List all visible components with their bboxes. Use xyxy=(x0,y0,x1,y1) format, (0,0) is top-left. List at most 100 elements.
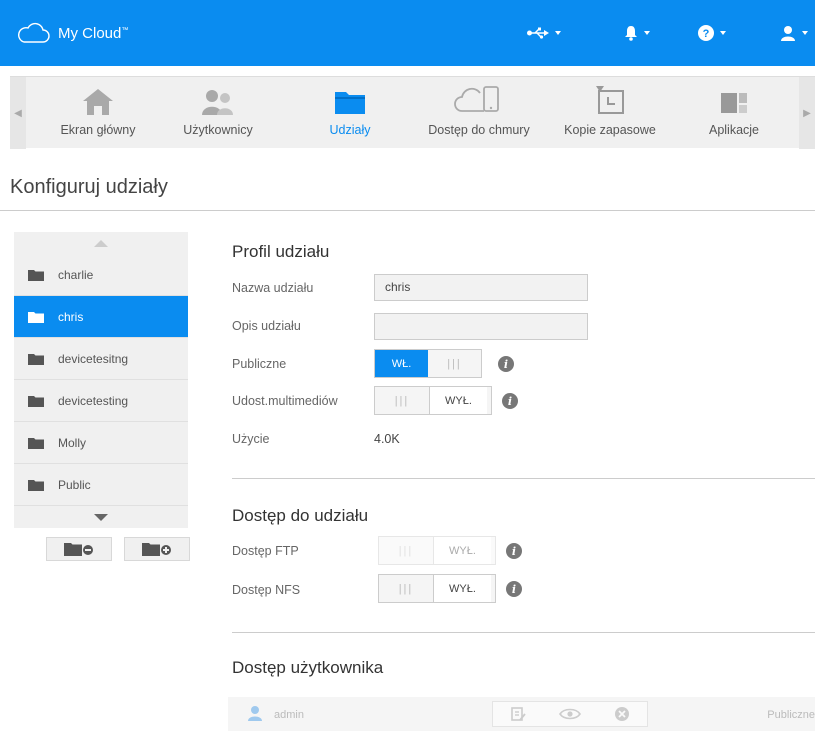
page-title: Konfiguruj udziały xyxy=(10,176,168,198)
eye-icon[interactable] xyxy=(559,707,581,721)
divider xyxy=(232,632,815,633)
deny-icon[interactable] xyxy=(614,706,630,722)
toggle-grip: ||| xyxy=(398,544,414,557)
nfs-access-toggle[interactable]: ||| WYŁ. xyxy=(378,574,496,603)
share-name: Public xyxy=(58,477,91,492)
folder-add-icon xyxy=(142,543,171,556)
public-toggle[interactable]: WŁ. ||| xyxy=(374,349,482,378)
tab-apps[interactable]: Aplikacje xyxy=(686,77,782,149)
folder-icon xyxy=(28,479,44,491)
share-name: chris xyxy=(58,309,84,324)
user-icon xyxy=(781,26,795,41)
chevron-down-icon xyxy=(644,31,650,35)
folder-icon xyxy=(28,269,44,281)
toggle-state: WŁ. xyxy=(375,350,428,377)
divider xyxy=(0,210,815,211)
top-bar: My Cloud™ ? xyxy=(0,0,815,66)
media-sharing-toggle[interactable]: ||| WYŁ. xyxy=(374,386,492,415)
nav-scroll-left[interactable]: ◀ xyxy=(10,77,26,149)
permission-actions xyxy=(492,701,648,727)
folder-icon xyxy=(28,437,44,449)
tab-shares[interactable]: Udziały xyxy=(310,77,390,149)
share-item-chris[interactable]: chris xyxy=(14,296,188,338)
folder-remove-icon xyxy=(64,543,93,556)
list-scroll-down[interactable] xyxy=(14,506,188,528)
cloud-logo-icon xyxy=(18,22,50,43)
help-menu[interactable]: ? xyxy=(698,24,726,42)
share-item-molly[interactable]: Molly xyxy=(14,422,188,464)
ftp-access-label: Dostęp FTP xyxy=(232,544,299,558)
divider xyxy=(232,478,815,479)
toggle-state: WYŁ. xyxy=(433,537,491,564)
nfs-access-label: Dostęp NFS xyxy=(232,583,301,597)
user-menu[interactable] xyxy=(780,24,808,42)
user-permission: Publiczne xyxy=(767,709,815,721)
section-title-profile: Profil udziału xyxy=(232,242,330,261)
toggle-state: WYŁ. xyxy=(433,575,491,602)
folder-icon xyxy=(28,395,44,407)
chevron-down-icon xyxy=(802,31,808,35)
section-title-share-access: Dostęp do udziału xyxy=(232,506,369,525)
toggle-grip: ||| xyxy=(447,357,462,370)
app-title: My Cloud™ xyxy=(58,24,129,42)
bell-icon xyxy=(625,26,637,41)
share-description-label: Opis udziału xyxy=(232,319,301,333)
share-name: devicetesting xyxy=(58,393,129,408)
svg-text:?: ? xyxy=(703,28,710,40)
share-name-label: Nazwa udziału xyxy=(232,281,314,295)
add-share-button[interactable] xyxy=(124,537,190,561)
user-icon xyxy=(248,706,262,721)
folder-icon xyxy=(28,311,44,323)
usb-icon xyxy=(527,27,549,39)
tab-users[interactable]: Użytkownicy xyxy=(170,77,266,149)
user-name: admin xyxy=(274,709,304,721)
brand[interactable]: My Cloud™ xyxy=(16,22,128,44)
public-label: Publiczne xyxy=(232,357,287,371)
ftp-access-toggle: ||| WYŁ. xyxy=(378,536,496,565)
folder-icon xyxy=(335,92,365,114)
chevron-down-icon xyxy=(555,31,561,35)
share-name-input[interactable]: chris xyxy=(374,274,588,301)
user-access-row: admin Publiczne xyxy=(228,697,815,731)
home-icon xyxy=(83,89,113,115)
media-sharing-label: Udost.multimediów xyxy=(232,394,338,408)
toggle-grip: ||| xyxy=(394,394,410,407)
tab-home[interactable]: Ekran główny xyxy=(50,77,146,149)
toggle-grip: ||| xyxy=(398,582,414,595)
apps-icon xyxy=(721,93,747,113)
share-name: devicetesitng xyxy=(58,351,129,366)
backup-icon xyxy=(596,86,624,114)
shares-list: charlie chris devicetesitng devicetestin… xyxy=(14,232,188,528)
main-nav: ◀ Ekran główny Użytkownicy Udziały Dostę… xyxy=(10,76,815,149)
remove-share-button[interactable] xyxy=(46,537,112,561)
notifications-menu[interactable] xyxy=(624,24,650,42)
share-item-devicetesting[interactable]: devicetesting xyxy=(14,380,188,422)
info-icon[interactable]: i xyxy=(498,356,514,372)
folder-icon xyxy=(28,353,44,365)
share-item-devicetesitng[interactable]: devicetesitng xyxy=(14,338,188,380)
tab-cloud-access[interactable]: Dostęp do chmury xyxy=(424,77,534,149)
info-icon[interactable]: i xyxy=(506,543,522,559)
share-description-input[interactable] xyxy=(374,313,588,340)
list-scroll-up[interactable] xyxy=(14,232,188,254)
share-name: charlie xyxy=(58,267,94,282)
share-item-charlie[interactable]: charlie xyxy=(14,254,188,296)
share-name: Molly xyxy=(58,435,87,450)
nav-scroll-right[interactable]: ▶ xyxy=(799,77,815,149)
usage-label: Użycie xyxy=(232,432,270,446)
share-item-public[interactable]: Public xyxy=(14,464,188,506)
info-icon[interactable]: i xyxy=(506,581,522,597)
usb-menu[interactable] xyxy=(527,24,561,42)
arrow-up-icon xyxy=(94,239,108,247)
section-title-user-access: Dostęp użytkownika xyxy=(232,658,384,677)
chevron-down-icon xyxy=(720,31,726,35)
arrow-down-icon xyxy=(94,513,108,521)
tab-backups[interactable]: Kopie zapasowe xyxy=(558,77,662,149)
help-icon: ? xyxy=(698,25,714,41)
usage-value: 4.0K xyxy=(374,432,400,446)
toggle-state: WYŁ. xyxy=(429,387,487,414)
list-actions xyxy=(46,537,190,561)
edit-icon[interactable] xyxy=(510,706,526,722)
cloud-device-icon xyxy=(454,86,499,112)
info-icon[interactable]: i xyxy=(502,393,518,409)
